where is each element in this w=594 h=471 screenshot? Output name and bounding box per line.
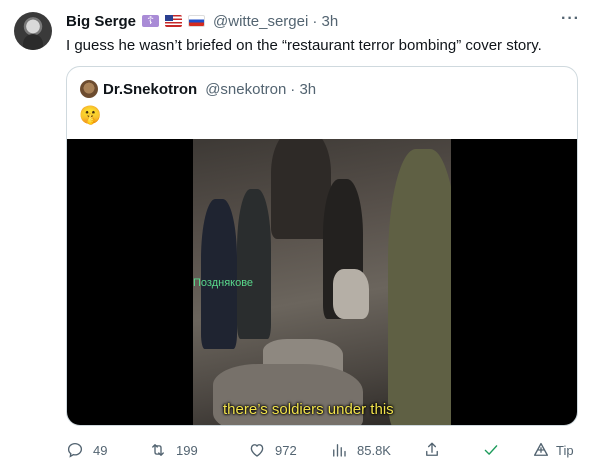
- checkmark-icon: [484, 445, 498, 455]
- quoted-author-name[interactable]: Dr.Snekotron: [103, 81, 197, 98]
- views-count: 85.8K: [357, 442, 391, 458]
- orthodox-cross-badge-icon: ☦: [142, 15, 160, 27]
- reply-icon: [67, 442, 83, 458]
- us-flag-icon: [165, 15, 183, 27]
- tweet-time[interactable]: · 3h: [312, 13, 338, 30]
- analytics-icon: [333, 444, 346, 457]
- tip-label: Tip: [556, 442, 574, 458]
- author-name[interactable]: Big Serge: [66, 13, 136, 30]
- share-icon: [426, 442, 438, 456]
- quoted-tweet-header: Dr.Snekotron @snekotron · 3h: [103, 79, 316, 99]
- tweet-header: Big Serge ☦ @witte_sergei · 3h: [66, 11, 338, 31]
- heart-icon: [250, 444, 264, 457]
- views-button[interactable]: 85.8K: [330, 438, 391, 462]
- video-subtitle: there’s soldiers under this: [223, 401, 394, 418]
- retweet-icon: [152, 444, 164, 456]
- video-player[interactable]: Позднякове there’s soldiers under this: [67, 139, 577, 425]
- rubble-ceiling: [271, 139, 331, 239]
- like-count: 972: [275, 442, 297, 458]
- person-figure: [237, 189, 271, 339]
- author-avatar[interactable]: [14, 12, 52, 50]
- reply-count: 49: [93, 442, 108, 458]
- retweet-count: 199: [176, 442, 198, 458]
- author-handle[interactable]: @witte_sergei: [213, 13, 308, 30]
- more-options-icon[interactable]: ···: [561, 10, 580, 28]
- quoted-author-avatar[interactable]: [80, 80, 98, 98]
- share-button[interactable]: [423, 438, 441, 462]
- person-figure: [201, 199, 237, 349]
- like-button[interactable]: 972: [248, 438, 297, 462]
- russia-flag-icon: [188, 15, 206, 27]
- tweet-actions: 49 199 972 85.8K Tip: [66, 438, 578, 462]
- tweet-text: I guess he wasn’t briefed on the “restau…: [66, 37, 542, 54]
- video-watermark: Позднякове: [193, 277, 254, 289]
- rubble: [333, 269, 369, 319]
- quoted-tweet-emoji: 🤫: [79, 105, 102, 125]
- quoted-author-handle[interactable]: @snekotron: [205, 81, 286, 98]
- tip-icon: [533, 442, 549, 456]
- quoted-tweet-time[interactable]: · 3h: [290, 81, 316, 98]
- video-frame: Позднякове: [193, 139, 451, 425]
- checkmark-button[interactable]: [482, 438, 500, 462]
- tip-button[interactable]: Tip: [532, 438, 574, 462]
- tweet[interactable]: Big Serge ☦ @witte_sergei · 3h ··· I gue…: [0, 0, 594, 471]
- reply-button[interactable]: 49: [66, 438, 107, 462]
- quoted-tweet[interactable]: Dr.Snekotron @snekotron · 3h 🤫 Поздняков…: [66, 66, 578, 426]
- soldier-figure: [388, 149, 451, 425]
- retweet-button[interactable]: 199: [149, 438, 198, 462]
